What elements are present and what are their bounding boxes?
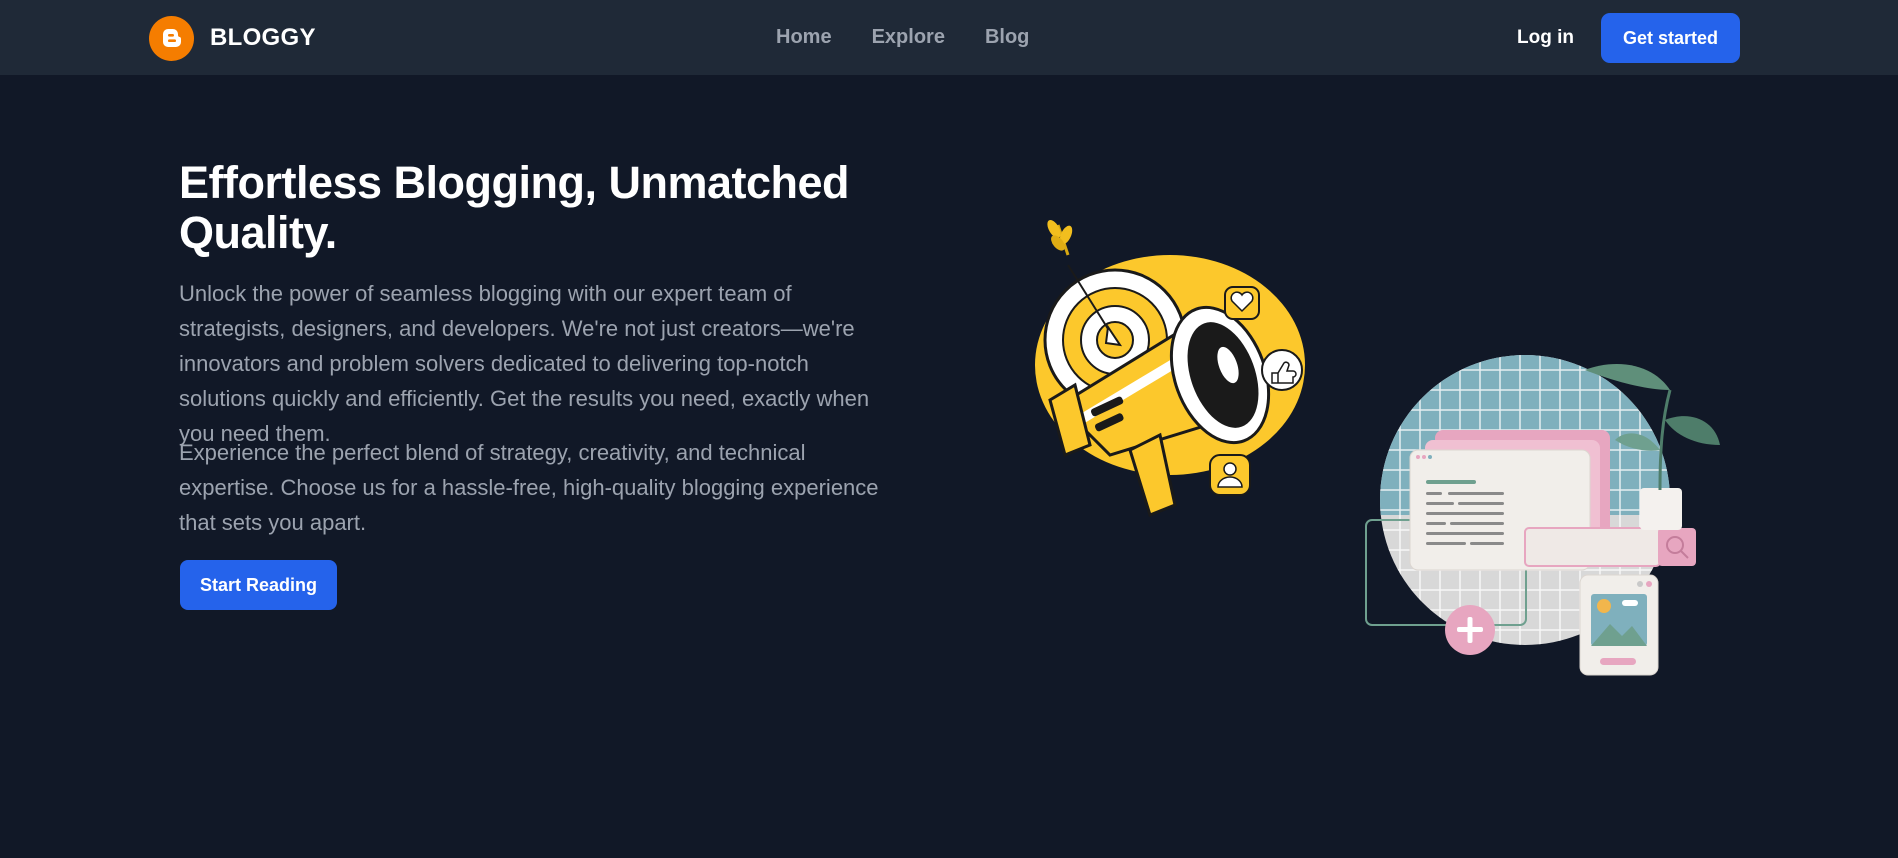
navbar: BLOGGY Home Explore Blog Log in Get star…	[0, 0, 1898, 75]
brand[interactable]: BLOGGY	[149, 15, 316, 61]
heart-icon	[1224, 286, 1260, 320]
thumbs-up-icon	[1261, 349, 1303, 391]
login-link[interactable]: Log in	[1517, 27, 1574, 49]
image-card-icon	[1579, 574, 1659, 676]
nav-link-home[interactable]: Home	[776, 26, 832, 49]
hero-paragraph-2: Experience the perfect blend of strategy…	[179, 440, 879, 535]
get-started-button[interactable]: Get started	[1601, 13, 1740, 63]
hero-title: Effortless Blogging, Unmatched Quality.	[179, 157, 850, 258]
start-reading-button[interactable]: Start Reading	[180, 560, 337, 610]
brand-name: BLOGGY	[210, 24, 316, 51]
main-nav: Home Explore Blog	[776, 0, 1069, 75]
nav-link-blog[interactable]: Blog	[985, 26, 1029, 49]
plus-icon	[1445, 605, 1495, 655]
megaphone-target-illustration	[1035, 219, 1305, 517]
blog-window-plant-illustration	[1365, 355, 1720, 676]
wheat-icon	[1047, 219, 1073, 256]
hero-paragraph-1: Unlock the power of seamless blogging wi…	[179, 281, 870, 446]
nav-link-explore[interactable]: Explore	[872, 26, 945, 49]
blogger-logo-icon	[149, 15, 194, 61]
user-icon	[1209, 454, 1251, 496]
search-bar-icon	[1524, 527, 1696, 567]
